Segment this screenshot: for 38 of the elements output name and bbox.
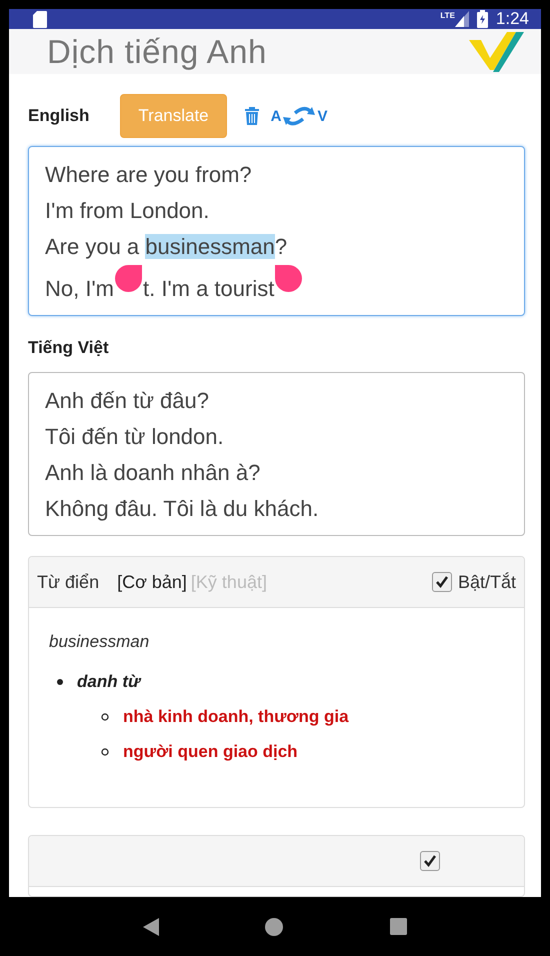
circle-bullet-icon [101,712,109,721]
input-text: Where are you from? [45,162,252,187]
input-text: Are you a [45,234,140,259]
back-icon[interactable] [143,918,160,936]
translation-line: Anh là doanh nhân à? [45,460,260,485]
target-language-label: Tiếng Việt [28,338,110,358]
bullet-icon [57,678,63,685]
translation-line: Tôi đến từ london. [45,424,224,449]
translation-line: Không đâu. Tôi là du khách. [45,496,319,521]
signal-icon [454,11,469,27]
selected-text: businessman [145,234,275,259]
swap-languages-button[interactable]: A V [270,105,328,127]
source-language-label: English [28,106,90,126]
trash-icon[interactable] [244,107,259,125]
dictionary-title: Từ điển [37,572,100,592]
input-text: t. I'm a tourist [143,276,274,301]
input-text: I'm from London. [45,198,210,223]
circle-bullet-icon [101,748,109,756]
selection-handle[interactable] [275,265,302,292]
recents-icon[interactable] [390,918,407,935]
meaning-text: người quen giao dịch [123,742,298,761]
source-text-field[interactable]: Where are you from? I'm from London. Are you a businessman? No, I'm t. I'm a tourist [28,146,525,316]
dictionary-word: businessman [49,632,150,652]
toggle-label: Bật/Tắt [458,572,516,592]
clock-time: 1:24 [496,9,529,29]
input-text: No, I'm [45,276,114,301]
dictionary-mode-tab[interactable]: [Cơ bản] [117,572,187,592]
toggle-checkbox[interactable] [420,851,440,871]
home-icon[interactable] [265,918,284,936]
translation-line: Anh đến từ đâu? [45,388,209,413]
selection-handle[interactable] [115,265,142,292]
logo-icon [469,32,525,72]
meaning-text: nhà kinh doanh, thương gia [123,707,349,726]
network-type: LTE [440,11,455,20]
app-title: Dịch tiếng Anh [47,32,267,70]
part-of-speech: danh từ [77,672,140,691]
toggle-checkbox[interactable] [432,572,452,592]
input-text: ? [274,234,288,259]
